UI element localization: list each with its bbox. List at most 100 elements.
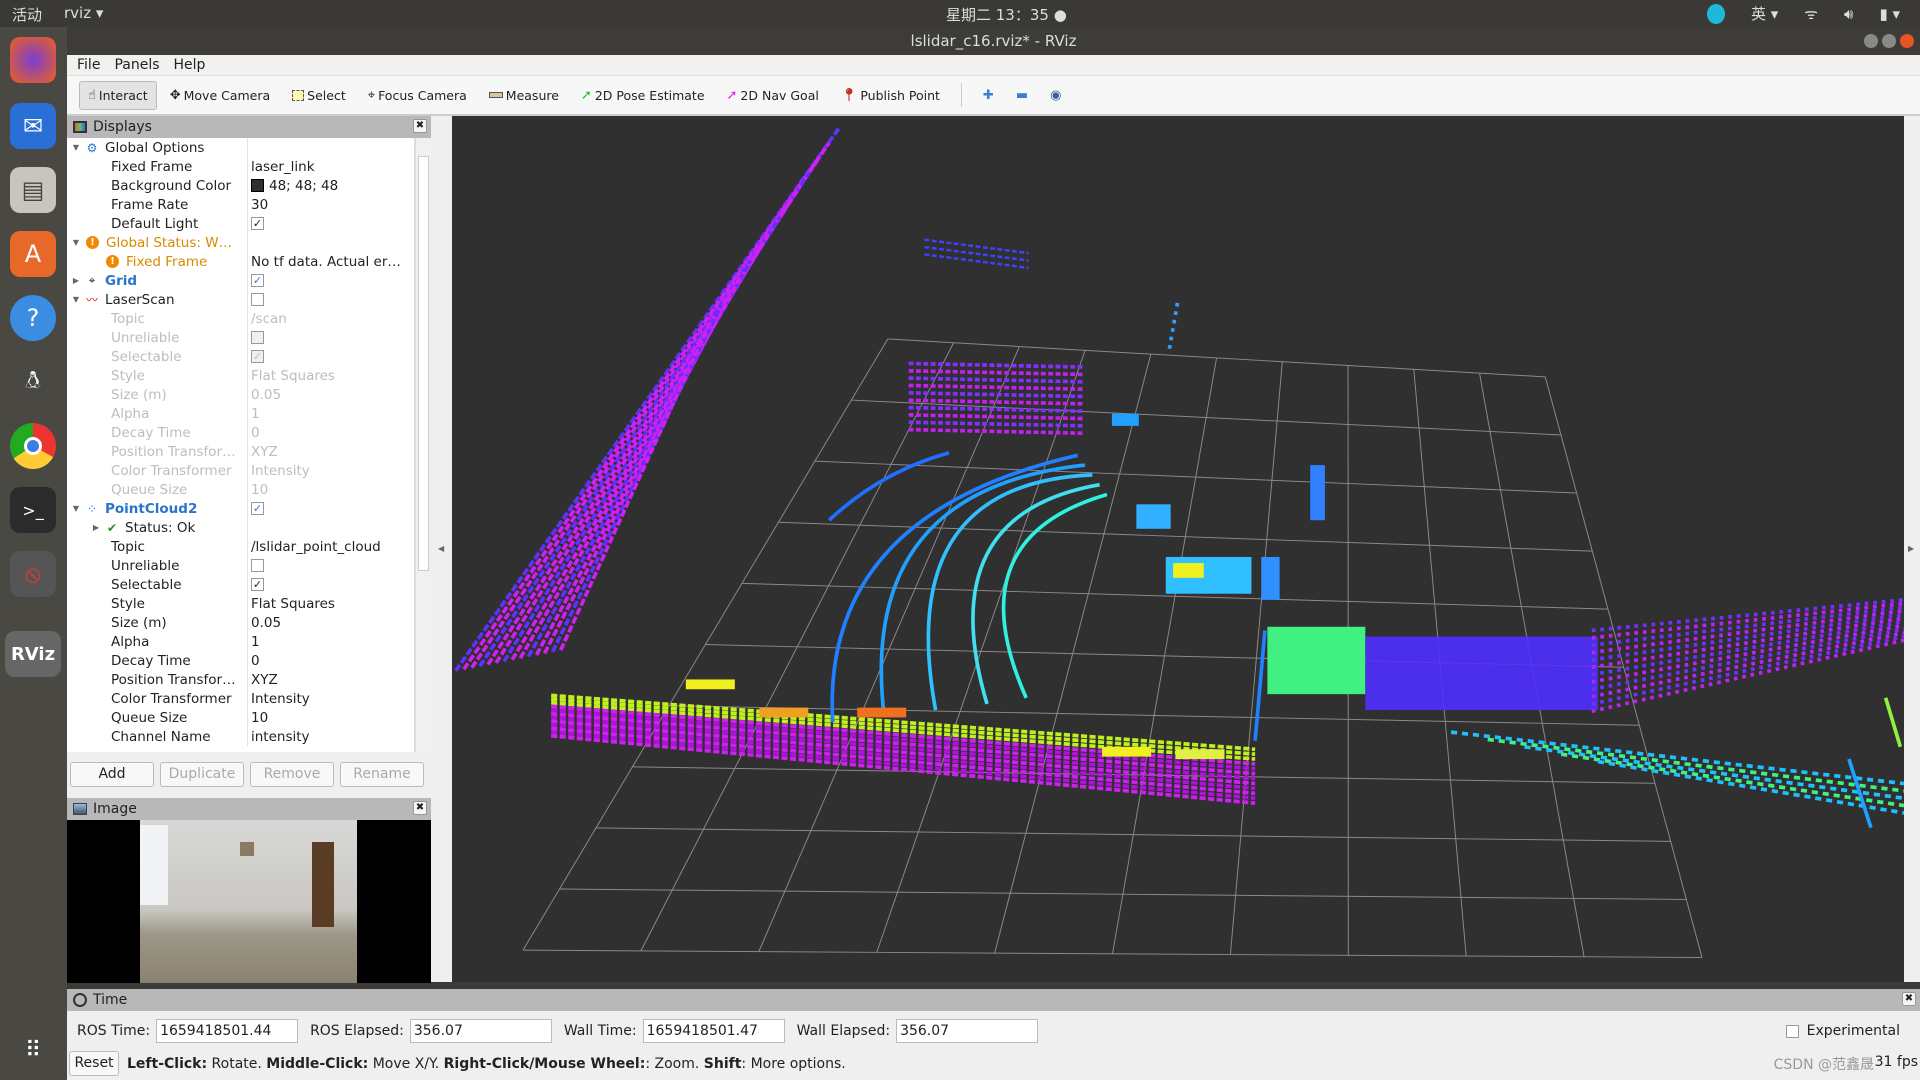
property-value-cell[interactable]: Flat Squares (251, 596, 414, 612)
wall-time-field[interactable]: 1659418501.47 (642, 1019, 785, 1043)
maximize-button[interactable] (1882, 34, 1896, 48)
color-swatch[interactable] (251, 179, 264, 192)
tree-row[interactable]: Decay Time 0 (67, 423, 414, 442)
property-value-cell[interactable]: 0 (251, 425, 414, 441)
3d-render-view[interactable] (452, 116, 1905, 982)
remove-button[interactable]: Remove (250, 762, 334, 787)
property-checkbox[interactable]: ✓ (251, 217, 264, 230)
tree-row[interactable]: Fixed Frame laser_link (67, 157, 414, 176)
tree-row[interactable]: Default Light ✓ (67, 214, 414, 233)
property-value-cell[interactable]: 10 (251, 482, 414, 498)
tree-row[interactable]: Alpha 1 (67, 632, 414, 651)
expand-arrow-icon[interactable]: ▼ (69, 295, 83, 304)
battery-icon[interactable]: ▮ ▾ (1879, 5, 1900, 23)
reset-button[interactable]: Reset (69, 1051, 119, 1076)
tree-row[interactable]: Queue Size 10 (67, 480, 414, 499)
tree-row[interactable]: ▶ ✔ Status: Ok (67, 518, 414, 537)
expand-arrow-icon[interactable]: ▼ (69, 504, 83, 513)
focus-camera-tool[interactable]: ⌖ Focus Camera (359, 81, 476, 110)
tree-row[interactable]: ▼! Global Status: W… (67, 233, 414, 252)
scrollbar-thumb[interactable] (418, 156, 429, 571)
tree-row[interactable]: Channel Name intensity (67, 727, 414, 746)
close-button[interactable] (1900, 34, 1914, 48)
property-value-cell[interactable]: 10 (251, 710, 414, 726)
help-icon[interactable]: ? (10, 295, 56, 341)
interact-tool[interactable]: ☝ Interact (79, 80, 157, 110)
property-value-cell[interactable]: Intensity (251, 463, 414, 479)
property-value-cell[interactable]: 1 (251, 634, 414, 650)
wifi-icon[interactable]: ᯤ (1804, 4, 1818, 24)
menu-help[interactable]: Help (174, 55, 206, 75)
property-value-cell[interactable]: ✓ (251, 502, 414, 515)
property-checkbox[interactable] (251, 293, 264, 306)
publish-point-tool[interactable]: 📍︎ Publish Point (832, 81, 949, 110)
expand-arrow-icon[interactable]: ▶ (69, 276, 83, 285)
property-value-cell[interactable] (251, 293, 414, 306)
property-value-cell[interactable]: 48; 48; 48 (251, 178, 414, 194)
splitter-handle-left[interactable]: ◀ (431, 116, 452, 982)
tree-scrollbar[interactable] (415, 138, 430, 752)
firefox-icon[interactable] (10, 37, 56, 83)
thunderbird-icon[interactable]: ✉ (10, 103, 56, 149)
experimental-checkbox[interactable] (1785, 1024, 1799, 1038)
ros-elapsed-field[interactable]: 356.07 (409, 1019, 552, 1043)
expand-arrow-icon[interactable]: ▼ (69, 143, 83, 152)
rename-button[interactable]: Rename (340, 762, 424, 787)
property-value-cell[interactable]: 1 (251, 406, 414, 422)
wall-elapsed-field[interactable]: 356.07 (896, 1019, 1039, 1043)
ros-time-field[interactable]: 1659418501.44 (156, 1019, 299, 1043)
close-panel-button[interactable]: ✖ (413, 119, 427, 133)
tree-row[interactable]: ▶ ⌖ Grid ✓ (67, 271, 414, 290)
property-value-cell[interactable]: intensity (251, 729, 414, 745)
show-apps-icon[interactable]: ⠿ (10, 1027, 56, 1073)
property-checkbox[interactable] (251, 331, 264, 344)
minimize-button[interactable] (1864, 34, 1878, 48)
tree-row[interactable]: Alpha 1 (67, 404, 414, 423)
property-value-cell[interactable]: XYZ (251, 672, 414, 688)
property-value-cell[interactable]: ✓ (251, 274, 414, 287)
property-value-cell[interactable]: 0.05 (251, 387, 414, 403)
tree-row[interactable]: Topic/lslidar_point_cloud (67, 537, 414, 556)
property-value-cell[interactable]: /lslidar_point_cloud (251, 539, 414, 555)
input-method[interactable]: 英 ▾ (1751, 3, 1778, 24)
property-value-cell[interactable]: Intensity (251, 691, 414, 707)
move-camera-tool[interactable]: ✥ Move Camera (161, 81, 279, 110)
system-tray[interactable]: 英 ▾ ᯤ 🔊︎ ▮ ▾ (1706, 3, 1900, 24)
expand-arrow-icon[interactable]: ▶ (89, 523, 103, 532)
add-button[interactable]: Add (70, 762, 154, 787)
add-tool-button[interactable]: ✚ (974, 81, 1003, 110)
tree-row[interactable]: ▼ ⚙ Global Options (67, 138, 414, 157)
software-center-icon[interactable]: A (10, 231, 56, 277)
tree-row[interactable]: Position Transfor… XYZ (67, 670, 414, 689)
property-checkbox[interactable]: ✓ (251, 274, 264, 287)
property-value-cell[interactable]: No tf data. Actual er… (251, 254, 414, 270)
property-checkbox[interactable]: ✓ (251, 578, 264, 591)
close-panel-button[interactable]: ✖ (413, 801, 427, 815)
2d-pose-estimate-tool[interactable]: ➚ 2D Pose Estimate (572, 81, 714, 110)
property-value-cell[interactable]: Flat Squares (251, 368, 414, 384)
measure-tool[interactable]: Measure (480, 81, 568, 110)
tree-row[interactable]: Position Transfor… XYZ (67, 442, 414, 461)
property-value-cell[interactable] (251, 559, 414, 572)
2d-nav-goal-tool[interactable]: ➚ 2D Nav Goal (718, 81, 828, 110)
experimental-option[interactable]: Experimental (1785, 1023, 1900, 1039)
property-checkbox[interactable] (251, 559, 264, 572)
duplicate-button[interactable]: Duplicate (160, 762, 244, 787)
tree-row[interactable]: Background Color 48; 48; 48 (67, 176, 414, 195)
tree-row[interactable]: Size (m) 0.05 (67, 613, 414, 632)
tree-row[interactable]: ▼ 〰 LaserScan (67, 290, 414, 309)
tree-row[interactable]: Color Transformer Intensity (67, 461, 414, 480)
property-checkbox[interactable]: ✓ (251, 502, 264, 515)
property-value-cell[interactable]: 0 (251, 653, 414, 669)
tree-row[interactable]: Size (m) 0.05 (67, 385, 414, 404)
point-cloud-scene[interactable] (452, 116, 1905, 982)
camera-type-button[interactable]: ◉ (1041, 81, 1070, 110)
property-value-cell[interactable]: 30 (251, 197, 414, 213)
tree-row[interactable]: Unreliable (67, 556, 414, 575)
tree-row[interactable]: Queue Size 10 (67, 708, 414, 727)
vpn-icon[interactable] (1706, 3, 1725, 24)
app-menu[interactable]: rviz ▾ (64, 4, 103, 22)
tree-row[interactable]: Style Flat Squares (67, 594, 414, 613)
menu-file[interactable]: File (77, 55, 100, 75)
qq-penguin-icon[interactable]: 🐧︎ (10, 359, 56, 405)
